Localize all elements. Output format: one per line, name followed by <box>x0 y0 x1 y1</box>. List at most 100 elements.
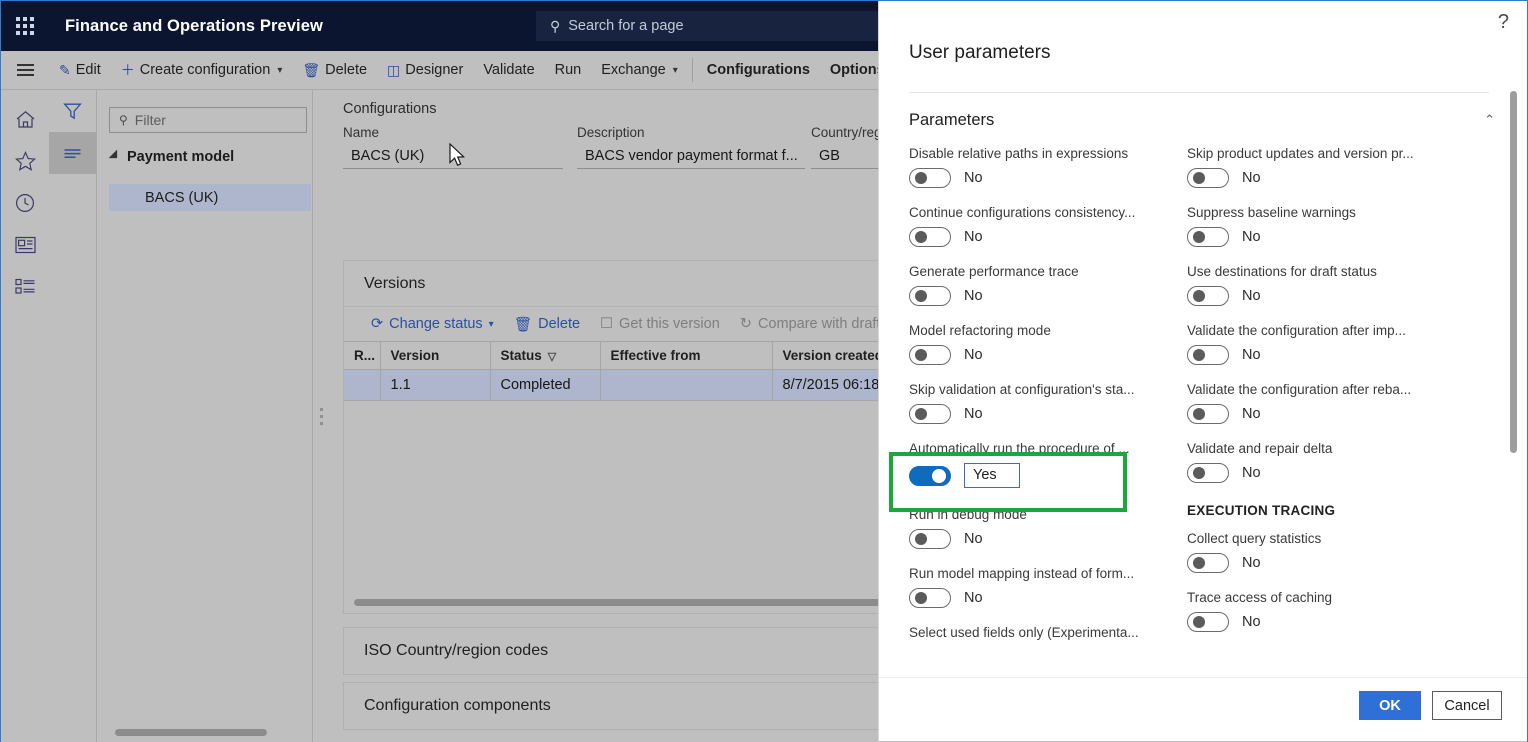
dialog-vertical-scrollbar[interactable] <box>1510 91 1517 453</box>
nav-menu-toggle[interactable] <box>1 51 49 90</box>
toggle-automatically-run-procedure[interactable] <box>909 465 951 486</box>
toggle-suppress-baseline-warnings[interactable] <box>1187 227 1229 247</box>
col-header-r[interactable]: R... <box>344 341 381 370</box>
toggle-use-destinations-for-draft-status[interactable] <box>1187 286 1229 306</box>
field-label: Name <box>343 125 380 140</box>
col-header-status[interactable]: Status ▽ <box>490 341 601 370</box>
ribbon-button-delete[interactable]: 🗑 Delete <box>292 51 377 90</box>
param-label: Skip validation at configuration's sta..… <box>909 382 1135 397</box>
toggle-value: No <box>1242 288 1261 304</box>
panel-splitter[interactable] <box>313 90 329 742</box>
ribbon-button-run[interactable]: Run <box>545 51 592 90</box>
toggle-validate-after-rebase[interactable] <box>1187 404 1229 424</box>
field-value[interactable]: BACS vendor payment format f... <box>577 146 805 169</box>
col-header-version[interactable]: Version <box>380 341 491 370</box>
toggle-validate-after-import[interactable] <box>1187 345 1229 365</box>
modules-icon[interactable] <box>1 266 49 308</box>
toggle-skip-product-updates[interactable] <box>1187 168 1229 188</box>
toggle-knob <box>915 349 927 361</box>
param-trace-access-of-caching: Trace access of caching No <box>1187 590 1465 632</box>
ribbon-button-exchange[interactable]: Exchange ▾ <box>591 51 688 90</box>
param-generate-performance-trace: Generate performance trace No <box>909 264 1187 306</box>
ribbon-label: Delete <box>325 62 368 78</box>
param-label: Run model mapping instead of form... <box>909 566 1135 581</box>
cancel-button[interactable]: Cancel <box>1432 691 1502 720</box>
param-select-used-fields-only: Select used fields only (Experimenta... <box>909 625 1187 640</box>
dialog-footer: OK Cancel <box>879 677 1527 741</box>
parameters-group-header[interactable]: Parameters ⌃ <box>909 105 1495 135</box>
toggle-value: No <box>964 406 983 422</box>
toggle-knob <box>1193 467 1205 479</box>
toggle-value: No <box>964 590 983 606</box>
star-icon[interactable] <box>1 140 49 182</box>
dialog-divider <box>909 92 1489 93</box>
ribbon-label: Exchange <box>601 62 666 78</box>
toggle-trace-access-of-caching[interactable] <box>1187 612 1229 632</box>
ribbon-button-validate[interactable]: Validate <box>473 51 544 90</box>
dialog-title: User parameters <box>909 42 1051 63</box>
col-header-effective-from[interactable]: Effective from <box>600 341 773 370</box>
change-status-button[interactable]: ⟳ Change status ▾ <box>362 316 503 332</box>
toggle-disable-relative-paths[interactable] <box>909 168 951 188</box>
ribbon-button-create-configuration[interactable]: ＋ Create configuration ▾ <box>111 51 293 90</box>
funnel-icon[interactable] <box>49 90 96 132</box>
param-label: Validate the configuration after reba... <box>1187 382 1412 397</box>
param-label: Validate the configuration after imp... <box>1187 323 1406 338</box>
toggle-run-in-debug-mode[interactable] <box>909 529 951 549</box>
delete-version-button[interactable]: 🗑 Delete <box>505 316 589 333</box>
param-automatically-run-procedure: Automatically run the procedure of ... Y… <box>909 441 1187 488</box>
get-this-version-button[interactable]: ☐ Get this version <box>591 316 729 332</box>
compare-with-draft-button[interactable]: ↻ Compare with draft <box>731 316 890 332</box>
toggle-value: No <box>1242 614 1261 630</box>
toggle-value: No <box>964 347 983 363</box>
home-icon[interactable] <box>1 98 49 140</box>
application-window: Finance and Operations Preview ⚲ Search … <box>0 0 1528 742</box>
chevron-down-icon: ▾ <box>277 64 283 76</box>
toggle-knob <box>915 408 927 420</box>
param-label: Trace access of caching <box>1187 590 1333 605</box>
param-use-destinations-for-draft-status: Use destinations for draft status No <box>1187 264 1465 306</box>
button-label: Get this version <box>619 316 720 332</box>
toggle-knob <box>915 533 927 545</box>
param-label: Skip product updates and version pr... <box>1187 146 1414 161</box>
toggle-knob <box>1193 172 1205 184</box>
param-label: Select used fields only (Experimenta... <box>909 625 1139 640</box>
toggle-knob <box>1193 408 1205 420</box>
triangle-expanded-icon <box>108 149 122 163</box>
toggle-continue-configurations-consistency[interactable] <box>909 227 951 247</box>
workspaces-icon[interactable] <box>1 224 49 266</box>
chevron-down-icon: ▾ <box>488 318 494 330</box>
toggle-value: No <box>1242 465 1261 481</box>
tab-configurations[interactable]: Configurations <box>697 51 820 90</box>
chevron-up-icon[interactable]: ⌃ <box>1484 112 1495 128</box>
ribbon-label: Validate <box>483 62 535 78</box>
toggle-collect-query-statistics[interactable] <box>1187 553 1229 573</box>
toggle-validate-and-repair-delta[interactable] <box>1187 463 1229 483</box>
tree-group-payment-model[interactable]: Payment model <box>108 143 311 171</box>
param-validate-after-rebase: Validate the configuration after reba...… <box>1187 382 1465 424</box>
tab-label: Options <box>829 62 885 78</box>
nav-filter-strip <box>49 90 97 742</box>
help-icon[interactable]: ? <box>1498 12 1509 32</box>
ok-button[interactable]: OK <box>1359 691 1421 720</box>
toggle-skip-validation[interactable] <box>909 404 951 424</box>
toggle-model-refactoring-mode[interactable] <box>909 345 951 365</box>
ribbon-button-designer[interactable]: ◫ Designer <box>377 51 473 90</box>
ribbon-button-edit[interactable]: ✎ Edit <box>49 51 111 90</box>
button-label: Change status <box>389 316 483 332</box>
clock-icon[interactable] <box>1 182 49 224</box>
param-suppress-baseline-warnings: Suppress baseline warnings No <box>1187 205 1465 247</box>
toggle-value: No <box>1242 229 1261 245</box>
filter-input[interactable]: ⚲ Filter <box>109 107 307 133</box>
app-launcher-icon[interactable] <box>1 1 49 51</box>
toggle-generate-performance-trace[interactable] <box>909 286 951 306</box>
toggle-value[interactable]: Yes <box>964 463 1020 488</box>
splitter-grip-icon <box>319 404 323 429</box>
list-lines-icon[interactable] <box>49 132 96 174</box>
toggle-value: No <box>964 288 983 304</box>
param-label: Run in debug mode <box>909 507 1027 522</box>
toggle-run-model-mapping[interactable] <box>909 588 951 608</box>
chevron-down-icon: ▾ <box>672 64 678 76</box>
navpanel-horizontal-scrollbar[interactable] <box>115 729 267 736</box>
tree-item-bacs-uk[interactable]: BACS (UK) <box>109 184 311 211</box>
